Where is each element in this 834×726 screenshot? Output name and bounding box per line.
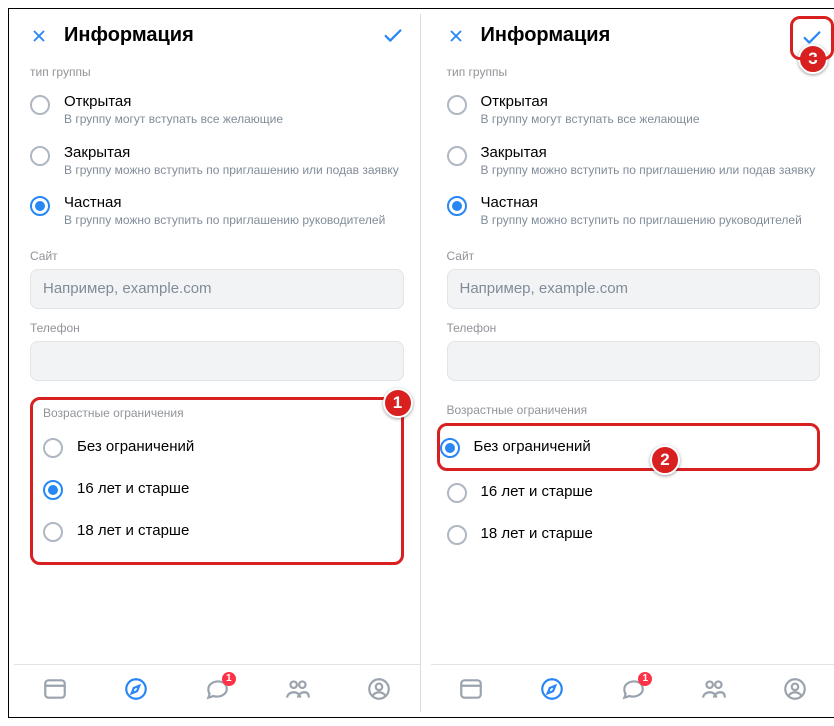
tab-news-icon[interactable]: [458, 676, 484, 702]
phone-block: Телефон: [30, 321, 404, 381]
site-block: Сайт Например, example.com: [30, 249, 404, 309]
tab-discover-icon[interactable]: [123, 676, 149, 702]
radio-icon: [447, 525, 467, 545]
radio-icon: [447, 95, 467, 115]
tab-friends-icon[interactable]: [701, 676, 727, 702]
page-title: Информация: [64, 24, 366, 47]
radio-icon: [30, 146, 50, 166]
check-icon[interactable]: [801, 27, 823, 49]
page-title: Информация: [481, 24, 821, 47]
radio-open[interactable]: Открытая В группу могут вступать все жел…: [447, 85, 821, 136]
age-none[interactable]: Без ограничений: [43, 426, 391, 468]
radio-icon: [440, 438, 460, 458]
tab-profile-icon[interactable]: [782, 676, 808, 702]
tabbar: 1: [431, 664, 834, 712]
radio-icon: [447, 483, 467, 503]
tab-messages-icon[interactable]: 1: [620, 676, 646, 702]
site-input[interactable]: Например, example.com: [30, 269, 404, 309]
check-icon[interactable]: [382, 25, 404, 47]
age-block: 1 Возрастные ограничения Без ограничений…: [30, 397, 404, 565]
content: тип группы Открытая В группу могут вступ…: [431, 57, 834, 664]
radio-icon: [30, 95, 50, 115]
age-16[interactable]: 16 лет и старше: [447, 471, 821, 513]
header: Информация: [431, 14, 834, 57]
phone-right: 3 Информация тип группы Открытая В групп…: [431, 14, 834, 712]
site-input[interactable]: Например, example.com: [447, 269, 821, 309]
radio-closed[interactable]: Закрытая В группу можно вступить по приг…: [30, 136, 404, 187]
age-16[interactable]: 16 лет и старше: [43, 468, 391, 510]
tab-discover-icon[interactable]: [539, 676, 565, 702]
age-18[interactable]: 18 лет и старше: [43, 510, 391, 552]
tab-friends-icon[interactable]: [285, 676, 311, 702]
check-highlight: [790, 16, 834, 60]
tab-profile-icon[interactable]: [366, 676, 392, 702]
phone-block: Телефон: [447, 321, 821, 381]
tab-news-icon[interactable]: [42, 676, 68, 702]
radio-private[interactable]: Частная В группу можно вступить по пригл…: [447, 186, 821, 237]
phone-input[interactable]: [30, 341, 404, 381]
radio-private[interactable]: Частная В группу можно вступить по пригл…: [30, 186, 404, 237]
radio-icon: [30, 196, 50, 216]
messages-badge: 1: [638, 672, 652, 686]
group-type-label: тип группы: [30, 65, 404, 79]
badge-1: 1: [383, 388, 413, 418]
site-block: Сайт Например, example.com: [447, 249, 821, 309]
radio-closed[interactable]: Закрытая В группу можно вступить по приг…: [447, 136, 821, 187]
content: тип группы Открытая В группу могут вступ…: [14, 57, 420, 664]
radio-open[interactable]: Открытая В группу могут вступать все жел…: [30, 85, 404, 136]
age-block: 2 Возрастные ограничения Без ограничений…: [447, 397, 821, 565]
radio-icon: [447, 196, 467, 216]
tabbar: 1: [14, 664, 420, 712]
group-type-label: тип группы: [447, 65, 821, 79]
badge-2: 2: [650, 445, 680, 475]
close-icon[interactable]: [30, 27, 48, 45]
tab-messages-icon[interactable]: 1: [204, 676, 230, 702]
radio-icon: [447, 146, 467, 166]
age-none[interactable]: Без ограничений: [437, 423, 821, 471]
phone-left: Информация тип группы Открытая В группу …: [14, 14, 421, 712]
radio-icon: [43, 480, 63, 500]
age-18[interactable]: 18 лет и старше: [447, 513, 821, 555]
messages-badge: 1: [222, 672, 236, 686]
phone-input[interactable]: [447, 341, 821, 381]
radio-icon: [43, 522, 63, 542]
close-icon[interactable]: [447, 27, 465, 45]
radio-icon: [43, 438, 63, 458]
header: Информация: [14, 14, 420, 57]
